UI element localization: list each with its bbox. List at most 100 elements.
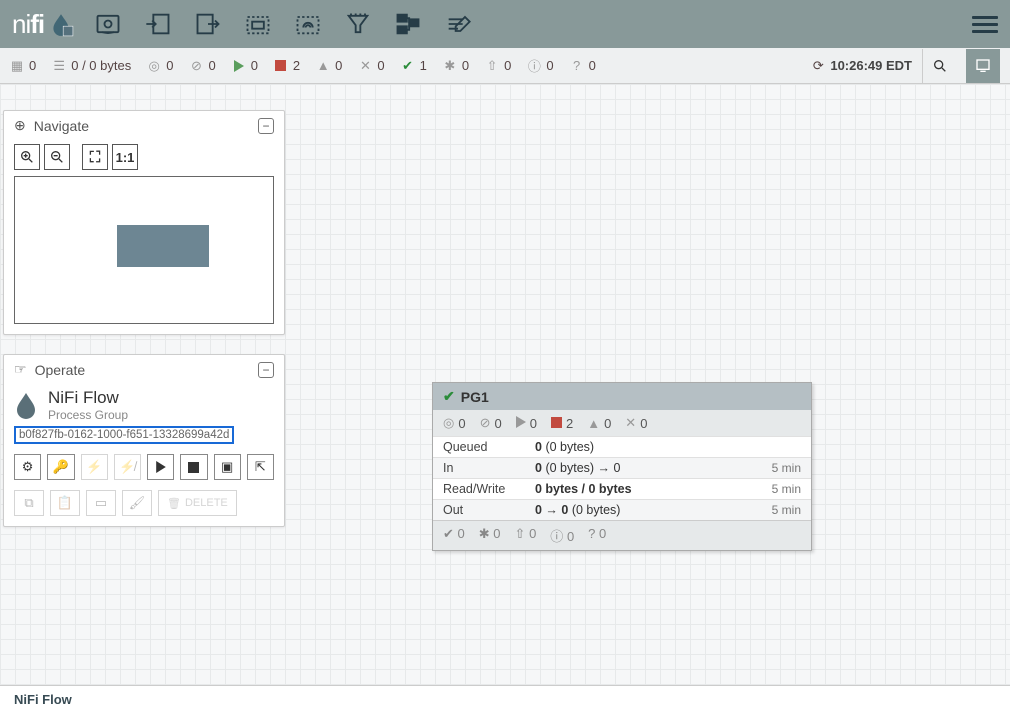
color-button: 🖌	[122, 490, 152, 516]
status-transmit-on: ◎0	[147, 58, 173, 73]
pg-footer: ✔ 0 ✱ 0 ⇧ 0 ⓘ 0 ? 0	[433, 520, 811, 550]
status-bar: ▦0 ☰0 / 0 bytes ◎0 ⊘0 0 2 ▲0 ✕0 ✔1 ✱0 ⇧0…	[0, 48, 1010, 84]
transmit-on-icon: ◎	[147, 59, 161, 73]
access-policy-button[interactable]: 🔑	[47, 454, 74, 480]
hand-icon: ☞	[14, 361, 27, 378]
play-icon	[232, 59, 246, 73]
start-button[interactable]	[147, 454, 174, 480]
target-icon: ⊕	[14, 117, 26, 134]
bulletin-icon: ⓘ	[527, 59, 541, 73]
navigate-header: ⊕ Navigate −	[4, 111, 284, 140]
pg-table: Queued 0 (0 bytes) In 0 (0 bytes) → 0 5 …	[433, 436, 811, 520]
grid-icon: ▦	[10, 59, 24, 73]
breadcrumb-path[interactable]: NiFi Flow	[14, 692, 72, 707]
disable-button: ⚡̸	[114, 454, 141, 480]
status-running: 0	[232, 58, 258, 73]
logo-text-suffix: fi	[30, 9, 44, 40]
zoom-actual-button[interactable]: 1:1	[112, 144, 138, 170]
configure-button[interactable]: ⚙	[14, 454, 41, 480]
operate-header: ☞ Operate −	[4, 355, 284, 384]
add-output-port-button[interactable]	[192, 8, 224, 40]
add-process-group-button[interactable]	[242, 8, 274, 40]
trash-icon: 🗑	[167, 497, 181, 510]
refresh-icon: ⟳	[811, 59, 825, 73]
transmit-off-icon: ⊘	[480, 415, 491, 431]
add-template-button[interactable]	[392, 8, 424, 40]
pg-stat-transmit-on: ◎0	[443, 415, 466, 431]
pg-footer-sync: ✱ 0	[479, 526, 501, 545]
key-icon: 🔑	[53, 459, 69, 475]
stop-icon	[551, 416, 562, 431]
zoom-in-button[interactable]	[14, 144, 40, 170]
sync-icon: ✱	[443, 59, 457, 73]
delete-button: 🗑DELETE	[158, 490, 237, 516]
copy-icon: ⧉	[24, 495, 33, 511]
global-menu-button[interactable]	[972, 12, 998, 37]
add-remote-process-group-button[interactable]	[292, 8, 324, 40]
add-label-button[interactable]	[442, 8, 474, 40]
status-valid: ✔1	[401, 58, 427, 73]
pg-row-rw: Read/Write 0 bytes / 0 bytes 5 min	[433, 478, 811, 499]
bulletin-panel-button[interactable]	[966, 49, 1000, 83]
fit-icon: ⛶	[90, 149, 101, 166]
logo-text-prefix: ni	[12, 9, 30, 40]
search-button[interactable]	[922, 49, 956, 83]
minimap[interactable]	[14, 176, 274, 324]
stop-icon	[274, 59, 288, 73]
navigate-title: Navigate	[34, 118, 89, 134]
pg-stat-invalid: ▲0	[587, 415, 611, 431]
process-group-card[interactable]: ✔ PG1 ◎0 ⊘0 0 2 ▲0 ✕0 Queued 0 (0 bytes)…	[432, 382, 812, 551]
warning-icon: ▲	[587, 416, 600, 431]
navigate-tools: ⛶ 1:1	[4, 140, 284, 176]
flash-icon: ⚡	[86, 459, 102, 475]
bulletin-board-icon	[975, 58, 991, 74]
copy-button: ⧉	[14, 490, 44, 516]
create-template-button[interactable]: ▣	[214, 454, 241, 480]
status-unknown: ?0	[570, 58, 596, 73]
collapse-button[interactable]: −	[258, 118, 274, 134]
up-icon: ⇧	[485, 59, 499, 73]
enable-button: ⚡	[81, 454, 108, 480]
status-bulletin: ⓘ0	[527, 58, 553, 73]
paste-icon: 📋	[57, 495, 73, 511]
check-icon: ✔	[443, 526, 454, 541]
pg-row-queued: Queued 0 (0 bytes)	[433, 436, 811, 457]
pg-row-in: In 0 (0 bytes) → 0 5 min	[433, 457, 811, 478]
upload-icon: ⇱	[255, 459, 266, 475]
status-refresh[interactable]: ⟳10:26:49 EDT	[811, 58, 912, 73]
transmit-on-icon: ◎	[443, 415, 454, 431]
status-queue: ☰0 / 0 bytes	[52, 58, 131, 73]
transmit-off-icon: ⊘	[189, 59, 203, 73]
question-icon: ?	[588, 526, 595, 541]
status-disabled: ✕0	[358, 58, 384, 73]
search-icon	[932, 58, 948, 74]
add-processor-button[interactable]	[92, 8, 124, 40]
zoom-out-button[interactable]	[44, 144, 70, 170]
warning-icon: ▲	[316, 59, 330, 73]
operate-uuid[interactable]: b0f827fb-0162-1000-f651-13328699a42d	[14, 426, 234, 444]
operate-panel: ☞ Operate − NiFi Flow Process Group b0f8…	[3, 354, 285, 527]
disabled-icon: ✕	[358, 59, 372, 73]
status-stopped: 2	[274, 58, 300, 73]
disabled-icon: ✕	[625, 415, 636, 431]
zoom-out-icon	[49, 149, 65, 165]
status-transmit-off: ⊘0	[189, 58, 215, 73]
zoom-fit-button[interactable]: ⛶	[82, 144, 108, 170]
minimap-viewport[interactable]	[117, 225, 209, 267]
gear-icon: ⚙	[22, 459, 34, 475]
pg-name: PG1	[461, 389, 489, 405]
pg-stat-running: 0	[516, 415, 537, 431]
upload-template-button[interactable]: ⇱	[247, 454, 274, 480]
add-input-port-button[interactable]	[142, 8, 174, 40]
collapse-button[interactable]: −	[258, 362, 274, 378]
question-icon: ?	[570, 59, 584, 73]
stop-icon	[188, 462, 199, 473]
up-icon: ⇧	[515, 526, 526, 541]
stop-button[interactable]	[180, 454, 207, 480]
operate-name: NiFi Flow	[48, 388, 128, 408]
template-icon: ▣	[221, 459, 233, 475]
status-components: ▦0	[10, 58, 36, 73]
sync-icon: ✱	[479, 526, 490, 541]
status-invalid: ▲0	[316, 58, 342, 73]
add-funnel-button[interactable]	[342, 8, 374, 40]
